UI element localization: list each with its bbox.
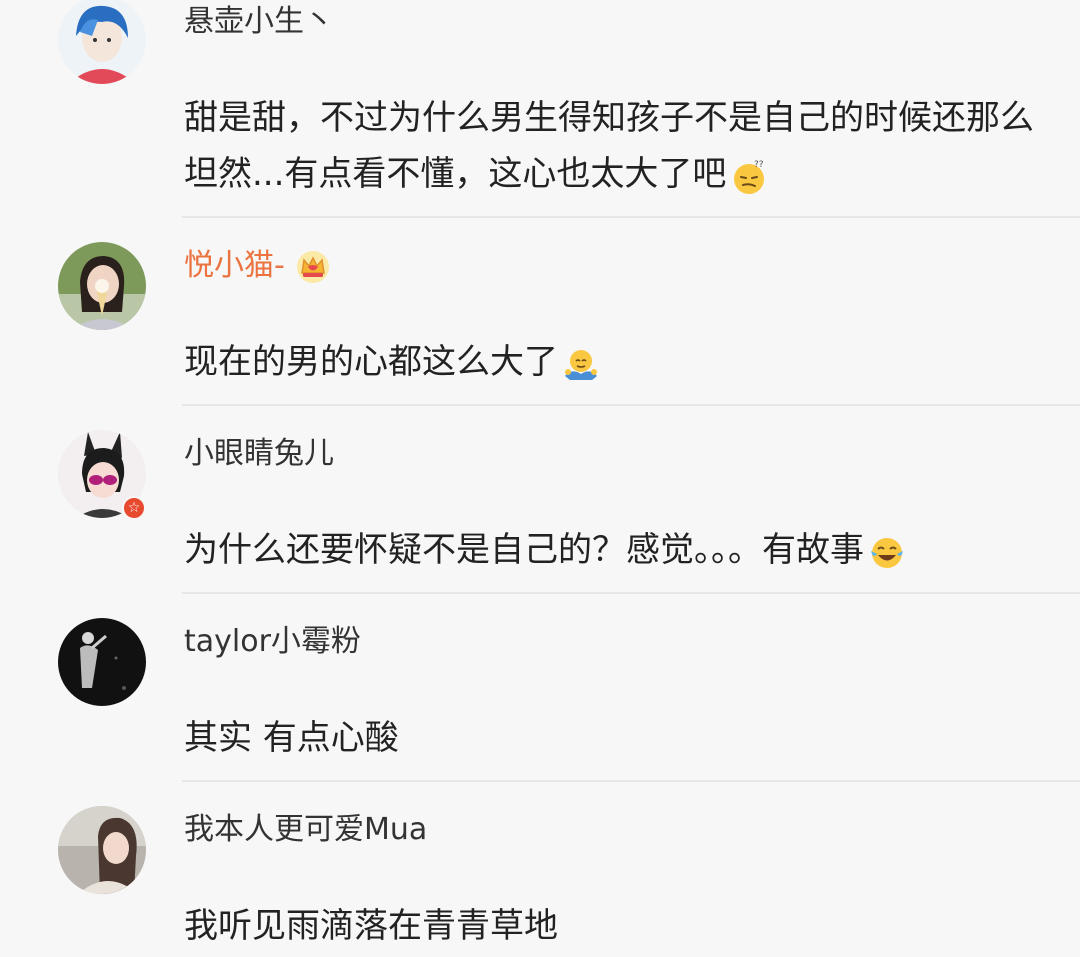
avatar[interactable] bbox=[58, 806, 146, 894]
comment-text: 其实 有点心酸 bbox=[184, 718, 399, 758]
verified-badge-icon: ☆ bbox=[122, 496, 146, 520]
crown-icon bbox=[295, 249, 331, 285]
dizzy-thinking-emoji-icon: ?? bbox=[730, 157, 768, 195]
comment-text-body: 现在的男的心都这么大了 bbox=[184, 342, 558, 382]
comment-username[interactable]: 悦小猫- bbox=[184, 246, 331, 286]
comment-username[interactable]: 悬壶小生丶 bbox=[184, 2, 334, 42]
laughing-tears-emoji-icon bbox=[868, 533, 906, 571]
comment-item: ☆ 小眼睛兔儿 为什么还要怀疑不是自己的？感觉。。。有故事 bbox=[0, 406, 1080, 594]
avatar[interactable] bbox=[58, 0, 146, 84]
comment-item: 悬壶小生丶 甜是甜，不过为什么男生得知孩子不是自己的时候还那么坦然...有点看不… bbox=[0, 0, 1080, 218]
comment-item: taylor小霉粉 其实 有点心酸 bbox=[0, 594, 1080, 782]
comment-username[interactable]: taylor小霉粉 bbox=[184, 622, 361, 662]
svg-text:??: ?? bbox=[754, 160, 764, 170]
comment-text: 现在的男的心都这么大了 bbox=[184, 334, 1044, 390]
comment-text: 甜是甜，不过为什么男生得知孩子不是自己的时候还那么坦然...有点看不懂，这心也太… bbox=[184, 90, 1044, 202]
comment-text-body: 甜是甜，不过为什么男生得知孩子不是自己的时候还那么坦然...有点看不懂，这心也太… bbox=[184, 98, 1034, 194]
comment-username[interactable]: 我本人更可爱Mua bbox=[184, 810, 427, 850]
comment-item: 悦小猫- 现在的男的心都这么大了 bbox=[0, 218, 1080, 406]
comment-text-body: 为什么还要怀疑不是自己的？感觉。。。有故事 bbox=[184, 530, 864, 570]
comment-item: 我本人更可爱Mua 我听见雨滴落在青青草地 bbox=[0, 782, 1080, 957]
comment-username[interactable]: 小眼睛兔儿 bbox=[184, 434, 334, 474]
comment-text: 我听见雨滴落在青青草地 bbox=[184, 906, 558, 946]
comment-username-text: 悦小猫- bbox=[184, 248, 285, 283]
avatar[interactable] bbox=[58, 242, 146, 330]
comment-text: 为什么还要怀疑不是自己的？感觉。。。有故事 bbox=[184, 522, 1044, 578]
avatar[interactable] bbox=[58, 618, 146, 706]
shrug-emoji-icon bbox=[562, 345, 600, 383]
